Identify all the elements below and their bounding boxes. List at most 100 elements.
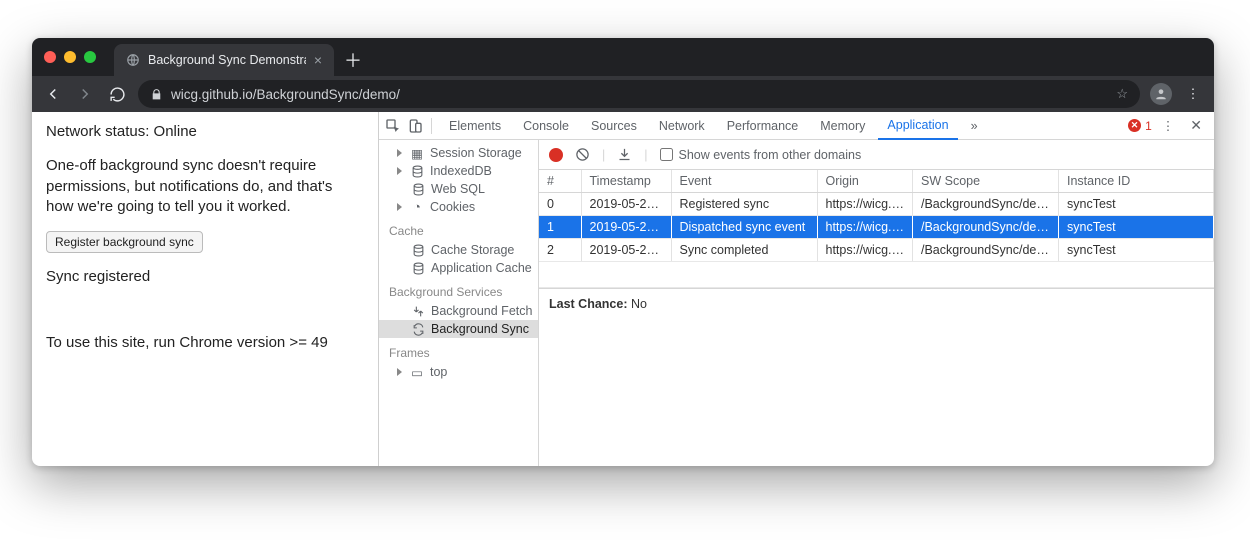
other-domains-checkbox[interactable]: Show events from other domains: [660, 148, 862, 162]
th-timestamp[interactable]: Timestamp: [581, 170, 671, 193]
close-window-button[interactable]: [44, 51, 56, 63]
sidebar-item-indexeddb[interactable]: IndexedDB: [379, 162, 538, 180]
sidebar-item-background-fetch[interactable]: Background Fetch: [379, 302, 538, 320]
new-tab-button[interactable]: ＋: [344, 44, 362, 76]
cell-event: Sync completed: [671, 239, 817, 262]
cell-idx: 0: [539, 193, 581, 216]
th-swscope[interactable]: SW Scope: [913, 170, 1059, 193]
browser-tab-1[interactable]: Background Sync Demonstration ×: [114, 44, 334, 76]
th-instance[interactable]: Instance ID: [1059, 170, 1214, 193]
globe-icon: [126, 53, 140, 67]
grid-icon: ▦: [410, 146, 424, 160]
forward-button[interactable]: [74, 83, 96, 105]
star-icon[interactable]: ☆: [1116, 86, 1128, 102]
sidebar-item-cookies[interactable]: ◔Cookies: [379, 198, 538, 216]
cell-origin: https://wicg.…: [817, 193, 913, 216]
devtools-panel: Elements Console Sources Network Perform…: [378, 112, 1214, 466]
fetch-icon: [411, 304, 425, 318]
demo-page: Network status: Online One-off backgroun…: [32, 112, 378, 466]
reload-button[interactable]: [106, 83, 128, 105]
cell-iid: syncTest: [1059, 239, 1214, 262]
devtools-menu-button[interactable]: ⋮: [1156, 118, 1181, 133]
window-controls: [44, 38, 96, 76]
lock-icon: [150, 88, 163, 101]
sidebar-item-cache-storage[interactable]: Cache Storage: [379, 241, 538, 259]
database-icon: [411, 243, 425, 257]
table-header-row: # Timestamp Event Origin SW Scope Instan…: [539, 170, 1214, 193]
tab-elements[interactable]: Elements: [440, 112, 510, 140]
event-detail: Last Chance: No: [539, 288, 1214, 319]
error-count: 1: [1145, 119, 1152, 133]
cell-iid: syncTest: [1059, 193, 1214, 216]
tab-network[interactable]: Network: [650, 112, 714, 140]
content-area: Network status: Online One-off backgroun…: [32, 112, 1214, 466]
back-button[interactable]: [42, 83, 64, 105]
cell-event: Dispatched sync event: [671, 216, 817, 239]
error-icon: ✕: [1128, 119, 1141, 132]
tab-memory[interactable]: Memory: [811, 112, 874, 140]
other-domains-input[interactable]: [660, 148, 673, 161]
tab-strip: Background Sync Demonstration × ＋: [32, 38, 1214, 76]
tab-performance[interactable]: Performance: [718, 112, 808, 140]
cell-idx: 1: [539, 216, 581, 239]
cell-idx: 2: [539, 239, 581, 262]
table-row[interactable]: 12019-05-2…Dispatched sync eventhttps://…: [539, 216, 1214, 239]
tab-console[interactable]: Console: [514, 112, 578, 140]
cell-scope: /BackgroundSync/de…: [913, 193, 1059, 216]
application-sidebar: ▦Session Storage IndexedDB Web SQL ◔Cook…: [379, 140, 539, 466]
tabs-overflow[interactable]: »: [962, 112, 987, 140]
cell-origin: https://wicg.…: [817, 239, 913, 262]
sidebar-item-background-sync[interactable]: Background Sync: [379, 320, 538, 338]
th-origin[interactable]: Origin: [817, 170, 913, 193]
cookie-icon: ◔: [410, 200, 424, 214]
clear-button[interactable]: [575, 147, 590, 162]
sidebar-head-bg-services: Background Services: [379, 277, 538, 302]
download-button[interactable]: [617, 147, 632, 162]
cell-ts: 2019-05-2…: [581, 216, 671, 239]
detail-key: Last Chance:: [549, 297, 628, 311]
sidebar-item-application-cache[interactable]: Application Cache: [379, 259, 538, 277]
sidebar-head-frames: Frames: [379, 338, 538, 363]
browser-menu-button[interactable]: ⋮: [1182, 83, 1204, 105]
cell-iid: syncTest: [1059, 216, 1214, 239]
cell-origin: https://wicg.…: [817, 216, 913, 239]
bg-sync-pane: | | Show events from other domains # Tim…: [539, 140, 1214, 466]
detail-value: No: [631, 297, 647, 311]
close-tab-icon[interactable]: ×: [314, 53, 322, 67]
cell-ts: 2019-05-2…: [581, 193, 671, 216]
sidebar-item-websql[interactable]: Web SQL: [379, 180, 538, 198]
table-row[interactable]: 02019-05-2…Registered synchttps://wicg.……: [539, 193, 1214, 216]
sidebar-item-session-storage[interactable]: ▦Session Storage: [379, 144, 538, 162]
browser-window: Background Sync Demonstration × ＋ wicg.g…: [32, 38, 1214, 466]
table-row[interactable]: 22019-05-2…Sync completedhttps://wicg.…/…: [539, 239, 1214, 262]
address-bar[interactable]: wicg.github.io/BackgroundSync/demo/ ☆: [138, 80, 1140, 108]
zoom-window-button[interactable]: [84, 51, 96, 63]
sidebar-item-frames-top[interactable]: ▭top: [379, 363, 538, 381]
cell-ts: 2019-05-2…: [581, 239, 671, 262]
tab-sources[interactable]: Sources: [582, 112, 646, 140]
tab-title: Background Sync Demonstration: [148, 53, 306, 67]
devtools-tabs: Elements Console Sources Network Perform…: [379, 112, 1214, 140]
result-text: Sync registered: [46, 267, 364, 287]
profile-avatar[interactable]: [1150, 83, 1172, 105]
close-devtools-button[interactable]: ✕: [1184, 117, 1208, 134]
version-footer: To use this site, run Chrome version >= …: [46, 333, 364, 353]
device-mode-icon[interactable]: [407, 118, 423, 134]
frame-icon: ▭: [410, 365, 424, 379]
explainer-text: One-off background sync doesn't require …: [46, 156, 364, 217]
database-icon: [410, 164, 424, 178]
inspect-element-icon[interactable]: [385, 118, 401, 134]
cell-event: Registered sync: [671, 193, 817, 216]
database-icon: [411, 261, 425, 275]
th-index[interactable]: #: [539, 170, 581, 193]
url-text: wicg.github.io/BackgroundSync/demo/: [171, 87, 400, 102]
network-status: Network status: Online: [46, 122, 364, 142]
tab-application[interactable]: Application: [878, 112, 957, 140]
error-indicator[interactable]: ✕ 1: [1128, 119, 1152, 133]
th-event[interactable]: Event: [671, 170, 817, 193]
database-icon: [411, 182, 425, 196]
record-button[interactable]: [549, 148, 563, 162]
control-bar: | | Show events from other domains: [539, 140, 1214, 170]
minimize-window-button[interactable]: [64, 51, 76, 63]
register-sync-button[interactable]: Register background sync: [46, 231, 203, 253]
